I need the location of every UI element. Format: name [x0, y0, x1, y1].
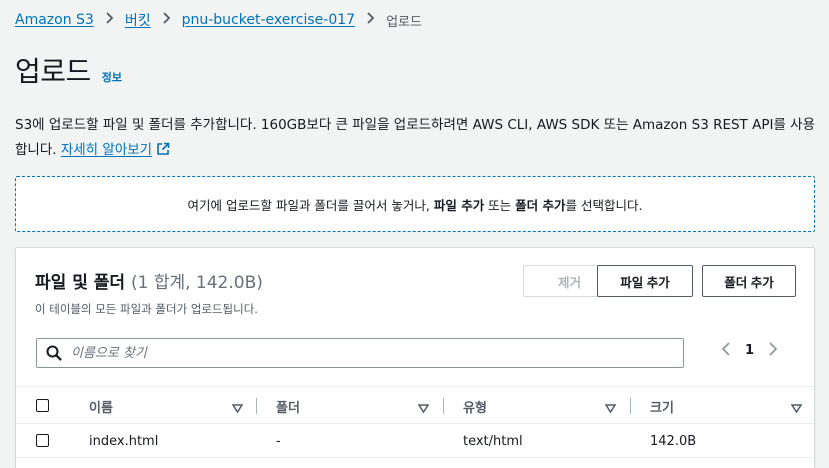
chevron-right-icon[interactable] [768, 341, 778, 360]
sort-caret-icon[interactable] [604, 399, 617, 418]
panel-count: (1 합계, 142.0B) [130, 273, 263, 293]
cell-size: 142.0B [650, 433, 697, 449]
breadcrumb-bucket-name[interactable]: pnu-bucket-exercise-017 [182, 12, 355, 28]
column-divider[interactable] [443, 398, 444, 414]
search-icon [46, 345, 62, 361]
column-label: 크기 [650, 400, 674, 416]
sort-caret-icon[interactable] [417, 399, 430, 418]
column-header-size[interactable]: 크기 [650, 387, 674, 425]
files-and-folders-panel: 파일 및 폴더 (1 합계, 142.0B) 이 테이블의 모든 파일과 폴더가… [15, 247, 815, 468]
learn-more-label: 자세히 알아보기 [60, 142, 153, 158]
panel-subtitle: 이 테이블의 모든 파일과 폴더가 업로드됩니다. [35, 302, 258, 316]
add-files-button[interactable]: 파일 추가 [597, 265, 693, 297]
column-divider[interactable] [256, 398, 257, 414]
breadcrumb-amazon-s3[interactable]: Amazon S3 [15, 12, 94, 28]
dropzone-prefix: 여기에 업로드할 파일과 폴더를 끌어서 놓거나, [187, 197, 434, 213]
column-divider[interactable] [630, 398, 631, 414]
breadcrumb-buckets[interactable]: 버킷 [125, 10, 151, 30]
table-header: 이름 폴더 유형 크기 [16, 386, 814, 424]
page-number[interactable]: 1 [745, 343, 754, 358]
add-folder-button[interactable]: 폴더 추가 [702, 265, 796, 297]
breadcrumb: Amazon S3 버킷 pnu-bucket-exercise-017 업로드 [15, 10, 422, 30]
select-all-checkbox[interactable] [36, 399, 49, 412]
chevron-right-icon [366, 12, 375, 28]
page-description: S3에 업로드할 파일 및 폴더를 추가합니다. 160GB보다 큰 파일을 업… [15, 113, 820, 163]
column-label: 폴더 [276, 400, 300, 416]
column-header-folder[interactable]: 폴더 [276, 387, 300, 425]
sort-caret-icon[interactable] [790, 399, 803, 418]
panel-title: 파일 및 폴더 (1 합계, 142.0B) [35, 268, 263, 293]
chevron-right-icon [105, 12, 114, 28]
cell-name: index.html [89, 433, 159, 449]
panel-title-text: 파일 및 폴더 [35, 273, 126, 293]
file-drop-zone[interactable]: 여기에 업로드할 파일과 폴더를 끌어서 놓거나, 파일 추가 또는 폴더 추가… [15, 176, 815, 232]
column-header-type[interactable]: 유형 [463, 387, 487, 425]
dropzone-text: 여기에 업로드할 파일과 폴더를 끌어서 놓거나, 파일 추가 또는 폴더 추가… [188, 195, 643, 214]
chevron-right-icon [162, 12, 171, 28]
table-row[interactable]: index.html - text/html 142.0B [16, 424, 814, 458]
page-title: 업로드 [15, 55, 91, 88]
column-header-name[interactable]: 이름 [89, 387, 113, 425]
dropzone-suffix: 를 선택합니다. [565, 197, 643, 213]
external-link-icon [156, 140, 170, 155]
row-checkbox[interactable] [36, 434, 49, 447]
column-label: 유형 [463, 400, 487, 416]
cell-folder: - [276, 433, 281, 449]
search-box [36, 338, 684, 368]
column-label: 이름 [89, 400, 113, 416]
sort-caret-icon[interactable] [231, 399, 244, 418]
info-link[interactable]: 정보 [102, 69, 122, 85]
dropzone-or: 또는 [484, 197, 516, 213]
breadcrumb-current: 업로드 [386, 14, 422, 30]
cell-type: text/html [463, 433, 523, 449]
page-header: 업로드 정보 [15, 50, 122, 90]
dropzone-add-folder: 폴더 추가 [515, 197, 566, 213]
chevron-left-icon[interactable] [721, 341, 731, 360]
dropzone-add-files: 파일 추가 [433, 197, 485, 213]
search-input[interactable] [71, 345, 651, 361]
learn-more-link[interactable]: 자세히 알아보기 [61, 142, 170, 158]
pagination: 1 [721, 341, 778, 360]
